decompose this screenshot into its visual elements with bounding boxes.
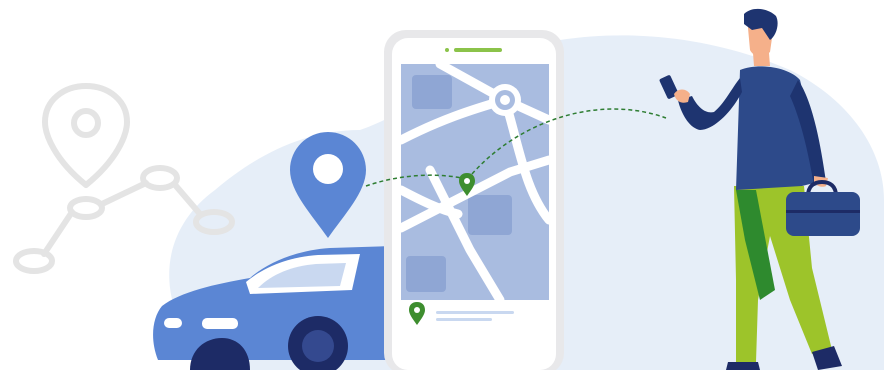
illustration-canvas <box>13 8 884 370</box>
phone-location-card <box>401 300 549 334</box>
phone-map <box>396 59 554 305</box>
smartphone-icon <box>384 30 564 370</box>
ride-hailing-illustration <box>0 0 884 370</box>
phone-status-bar <box>454 48 502 52</box>
